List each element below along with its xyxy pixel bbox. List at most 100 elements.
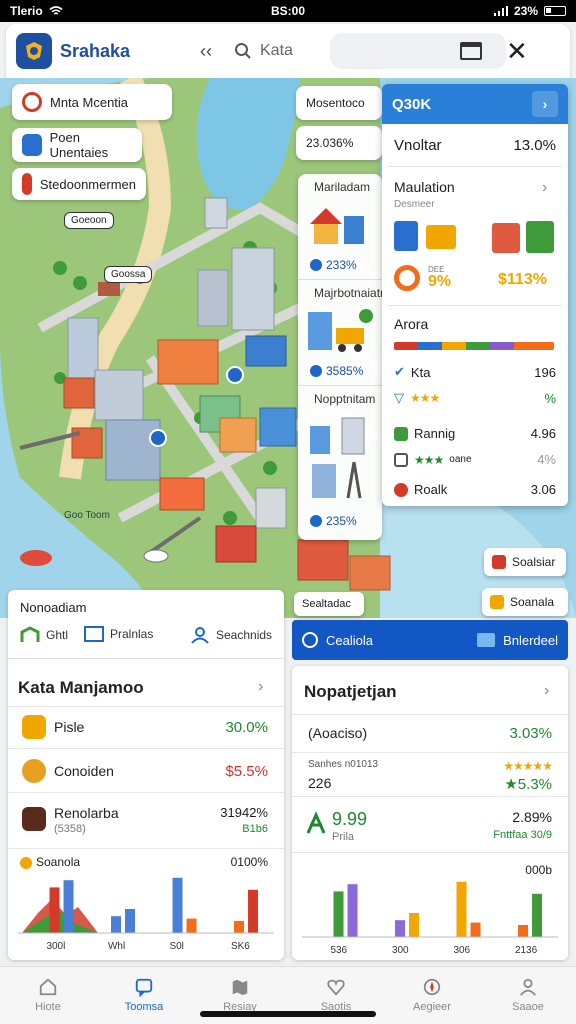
nav-label: Aegieer xyxy=(413,1001,451,1013)
color-strip xyxy=(394,342,554,350)
badge-label: Soanala xyxy=(510,595,555,609)
table-row[interactable]: Sanhes n01013 226 ★★★★★ ★5.3% xyxy=(292,752,568,796)
badge-soalsiar[interactable]: Soalsiar xyxy=(484,548,566,576)
top-card-label: 23.036% xyxy=(306,136,354,150)
bar-mark xyxy=(532,893,543,937)
panel-title: Nopatjetjan xyxy=(304,682,397,701)
chevron-right-icon[interactable]: › xyxy=(258,678,263,696)
stats-card[interactable]: Q30K › Vnoltar 13.0% Maulation Desmeer ›… xyxy=(382,84,568,506)
chevron-right-icon[interactable]: › xyxy=(544,682,549,700)
chip-poen[interactable]: Poen Unentaies xyxy=(12,128,142,162)
table-row[interactable]: Conoiden $5.5% xyxy=(8,748,284,792)
nav-item-compass[interactable]: Aegieer xyxy=(384,967,480,1024)
arora-section[interactable]: Arora ✔ Kta 196 ▽ ★★★ % Rannig 4.96 ★★★ oan… xyxy=(382,306,568,506)
selected-tab-bar[interactable]: Cealiola Bnlerdeel xyxy=(292,620,568,660)
search-query[interactable]: Kata xyxy=(260,42,330,60)
list-item-label: oane xyxy=(449,454,472,465)
list-item[interactable]: ★★★ oane 4% xyxy=(394,452,556,467)
chip-mnta[interactable]: Mnta Mcentia xyxy=(12,84,172,120)
badge-soanala[interactable]: Soanala xyxy=(482,588,568,616)
row-value: 31942% xyxy=(220,805,268,820)
app-title: Srahaka xyxy=(60,40,131,61)
app-bar: Srahaka ‹‹ Kata ✕ xyxy=(6,24,570,78)
image-icon xyxy=(22,173,32,195)
row-name: Pisle xyxy=(54,719,85,735)
clock-icon xyxy=(302,632,318,648)
list-item-value: 4.96 xyxy=(530,426,556,441)
chart-icon xyxy=(526,221,554,253)
list-item[interactable]: Roalk 3.06 xyxy=(394,482,556,497)
row-value: 2.89% xyxy=(512,809,552,825)
envelope-icon xyxy=(426,225,456,249)
bar-mark xyxy=(234,921,245,933)
coin-icon xyxy=(22,759,46,783)
table-row[interactable]: 9.99 Prila 2.89% Fnttfaa 30/9 xyxy=(292,796,568,852)
bar-mark xyxy=(333,891,344,937)
row-name: Sanhes n01013 xyxy=(308,759,379,770)
window-button[interactable] xyxy=(460,42,482,60)
nav-item-chat[interactable]: Toomsa xyxy=(96,967,192,1024)
district-value: 233% xyxy=(326,258,357,272)
district-title: Majrbotnaiatn xyxy=(314,286,387,300)
bar-mark xyxy=(395,920,406,937)
chip-stedoon[interactable]: Stedoonmermen xyxy=(12,168,146,200)
district-summary-card[interactable]: Mariladam 233% Majrbotnaiatn 3585% Noppt… xyxy=(298,174,387,540)
place-label[interactable]: Goeoon xyxy=(64,212,114,229)
chevron-right-icon[interactable]: › xyxy=(532,91,558,117)
list-item-label: Kta xyxy=(410,364,431,380)
left-panel[interactable]: Nonoadiam Ghtl Pralnlas Seachnids Kata M… xyxy=(8,590,284,960)
close-button[interactable]: ✕ xyxy=(506,38,528,64)
keyboard-icon xyxy=(492,223,520,253)
chip-label: Poen Unentaies xyxy=(49,130,109,160)
row-value: 3.03% xyxy=(509,725,552,742)
table-row[interactable]: Pisle 30.0% xyxy=(8,706,284,748)
nav-label: Saaoe xyxy=(512,1001,544,1013)
table-row[interactable]: Renolarba (5358) 31942% B1b6 xyxy=(8,792,284,848)
nav-item-profile[interactable]: Saaoe xyxy=(480,967,576,1024)
list-item[interactable]: ✔ Kta 196 xyxy=(394,364,556,380)
badge-sealtadac[interactable]: Sealtadac xyxy=(294,592,364,616)
list-item-label: Roalk xyxy=(414,482,448,497)
nav-item-home[interactable]: Hiote xyxy=(0,967,96,1024)
growth-icon xyxy=(306,811,326,834)
x-tick-label: 300 xyxy=(392,945,409,956)
bus-icon xyxy=(490,595,504,609)
row-value: 30.0% xyxy=(225,719,268,736)
check-icon xyxy=(310,365,322,377)
folder-icon xyxy=(477,633,496,647)
truck-icon xyxy=(308,309,373,352)
right-panel[interactable]: Nopatjetjan › (Aoaciso) 3.03% Sanhes n01… xyxy=(292,666,568,960)
rating-stars: ★★★ xyxy=(414,452,444,467)
place-label[interactable]: Goossa xyxy=(104,266,153,283)
water-label: Goo Toom xyxy=(64,510,110,521)
list-item[interactable]: Rannig 4.96 xyxy=(394,426,556,441)
top-card-a[interactable]: Mosentoco xyxy=(296,86,382,120)
list-item[interactable]: ▽ ★★★ % xyxy=(394,390,556,406)
district-section[interactable]: Nopptnitam 235% xyxy=(298,386,382,540)
grid-icon xyxy=(394,221,418,251)
stats-header[interactable]: Q30K › xyxy=(382,84,568,124)
badge-label: Soalsiar xyxy=(512,555,556,569)
search-icon[interactable] xyxy=(234,42,252,60)
check-icon: ✔ xyxy=(394,364,405,379)
tab-label: Pralnlas xyxy=(110,627,154,641)
list-item-value: % xyxy=(544,390,556,406)
table-row[interactable]: (Aoaciso) 3.03% xyxy=(292,714,568,752)
book-icon xyxy=(394,452,408,467)
tab-pralnlas[interactable]: Pralnlas xyxy=(84,626,153,642)
stats-row[interactable]: Vnoltar 13.0% xyxy=(382,124,568,166)
rating-stars: ★★★★★ xyxy=(503,759,553,773)
top-card-b[interactable]: 23.036% xyxy=(296,126,382,160)
chevron-right-icon[interactable]: › xyxy=(542,179,547,197)
check-icon xyxy=(310,259,322,271)
district-section[interactable]: Mariladam 233% xyxy=(298,174,382,280)
bar-mark xyxy=(172,877,183,933)
row-sub: 226 xyxy=(308,775,332,791)
tab-ghtl[interactable]: Ghtl xyxy=(20,626,68,644)
simulation-section[interactable]: Maulation Desmeer › DEE 9% $113% xyxy=(382,167,568,305)
district-section[interactable]: Majrbotnaiatn 3585% xyxy=(298,280,387,386)
tab-bar-right: Bnlerdeel xyxy=(503,632,558,648)
back-button[interactable]: ‹‹ xyxy=(200,41,212,62)
tab-seachnids[interactable]: Seachnids xyxy=(190,626,272,644)
chip-label: Stedoonmermen xyxy=(39,176,136,192)
